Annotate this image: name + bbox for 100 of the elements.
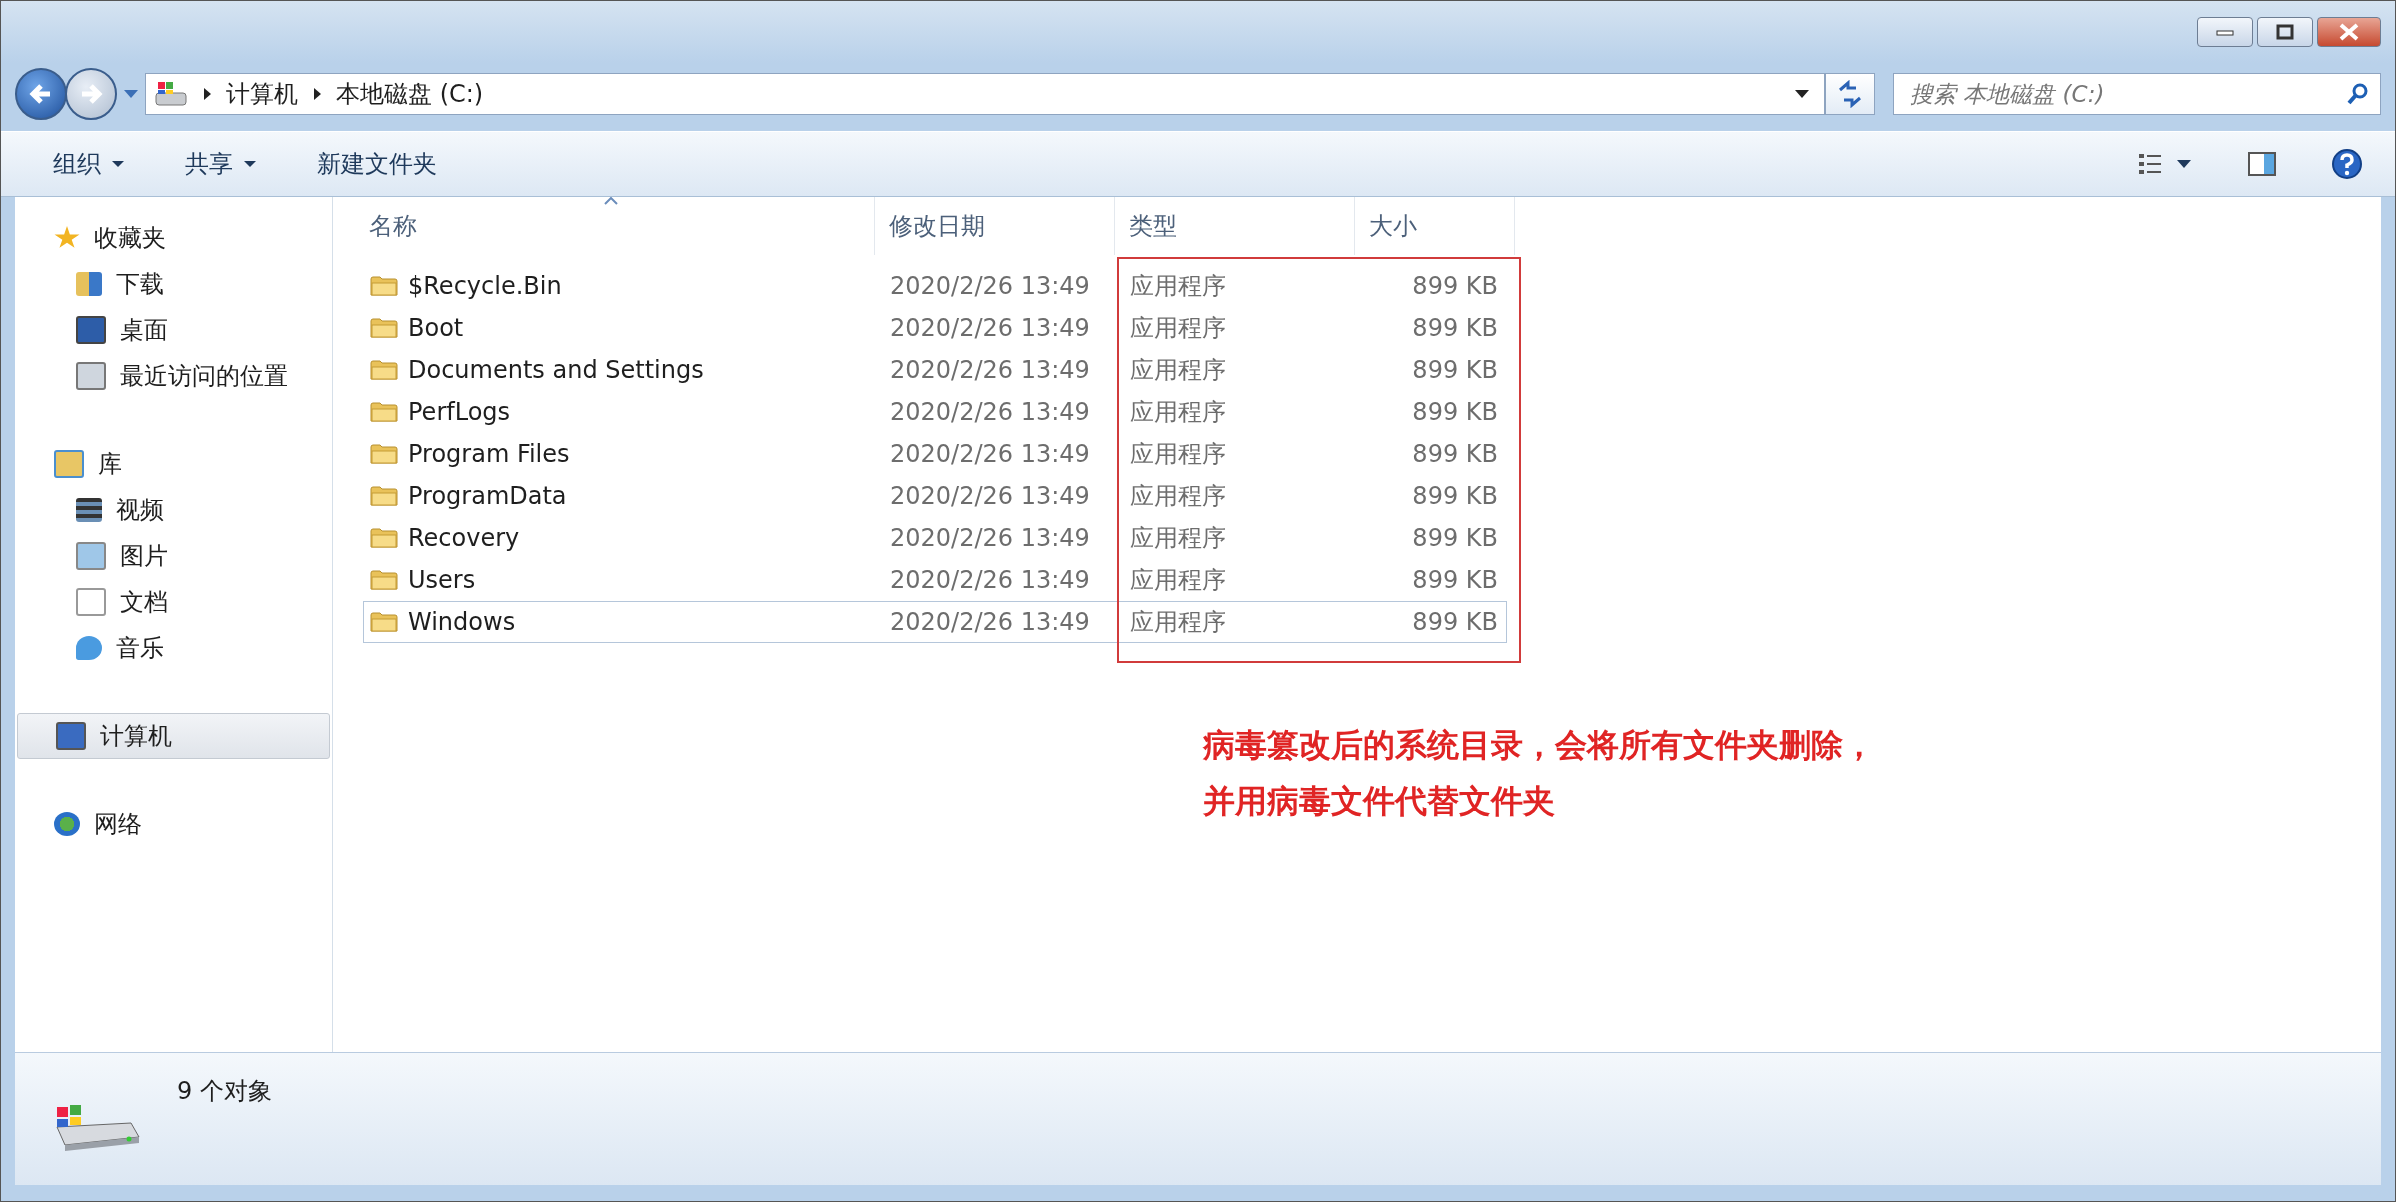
date-cell-text: 2020/2/26 13:49 xyxy=(889,314,1091,342)
address-bar[interactable]: 计算机 本地磁盘 (C:) xyxy=(145,73,1825,115)
date-cell-text: 2020/2/26 13:49 xyxy=(889,566,1091,594)
sidebar-item[interactable]: 视频 xyxy=(15,487,332,533)
drive-icon xyxy=(154,79,188,109)
folder-icon xyxy=(370,485,398,507)
file-name: ProgramData xyxy=(408,482,567,510)
date-cell-text: 2020/2/26 13:49 xyxy=(889,356,1091,384)
type-cell-text: 应用程序 xyxy=(1129,565,1227,596)
nav-icon xyxy=(54,450,84,478)
file-name: $Recycle.Bin xyxy=(408,272,562,300)
date-cell-text: 2020/2/26 13:49 xyxy=(889,440,1091,468)
nav-icon xyxy=(76,542,106,570)
minimize-button[interactable] xyxy=(2197,17,2253,47)
forward-button[interactable] xyxy=(65,68,117,120)
chevron-icon[interactable] xyxy=(202,87,212,101)
folder-icon xyxy=(370,611,398,633)
sidebar-item[interactable]: 图片 xyxy=(15,533,332,579)
file-name: Users xyxy=(408,566,476,594)
toolbar-button[interactable]: 新建文件夹 xyxy=(301,142,453,186)
size-cell-text: 899 KB xyxy=(1411,608,1499,636)
sidebar-item[interactable]: 文档 xyxy=(15,579,332,625)
nav-icon xyxy=(76,588,106,616)
file-name: Recovery xyxy=(408,524,520,552)
type-cell-text: 应用程序 xyxy=(1129,313,1227,344)
sidebar-item[interactable]: 最近访问的位置 xyxy=(15,353,332,399)
sidebar-item[interactable]: 桌面 xyxy=(15,307,332,353)
folder-icon xyxy=(370,443,398,465)
type-cell-text: 应用程序 xyxy=(1129,439,1227,470)
search-field[interactable]: 搜索 本地磁盘 (C:) xyxy=(1908,80,2346,108)
maximize-button[interactable] xyxy=(2257,17,2313,47)
date-cell-text: 2020/2/26 13:49 xyxy=(889,272,1091,300)
file-name: Boot xyxy=(408,314,464,342)
file-row[interactable]: ProgramData 2020/2/26 13:49 应用程序 899 KB xyxy=(363,475,1507,517)
file-name: PerfLogs xyxy=(408,398,511,426)
close-button[interactable] xyxy=(2317,17,2381,47)
annotation-text: 并用病毒文件代替文件夹 xyxy=(1203,781,1556,822)
nav-icon xyxy=(76,362,106,390)
file-row[interactable]: Recovery 2020/2/26 13:49 应用程序 899 KB xyxy=(363,517,1507,559)
folder-icon xyxy=(370,527,398,549)
folder-icon xyxy=(370,401,398,423)
column-header[interactable]: 名称 xyxy=(333,197,875,255)
search-icon xyxy=(2346,82,2370,106)
status-text: 9 个对象 xyxy=(177,1076,272,1107)
size-cell-text: 899 KB xyxy=(1411,314,1499,342)
file-name: Documents and Settings xyxy=(408,356,704,384)
sidebar-item[interactable]: 下载 xyxy=(15,261,332,307)
back-button[interactable] xyxy=(15,68,67,120)
file-row[interactable]: Users 2020/2/26 13:49 应用程序 899 KB xyxy=(363,559,1507,601)
maximize-icon xyxy=(2275,24,2295,40)
search-bar[interactable]: 搜索 本地磁盘 (C:) xyxy=(1893,73,2381,115)
breadcrumb[interactable]: 计算机 xyxy=(226,78,298,110)
folder-icon xyxy=(370,275,398,297)
folder-icon xyxy=(370,569,398,591)
refresh-icon xyxy=(1836,80,1864,108)
size-cell-text: 899 KB xyxy=(1411,272,1499,300)
sidebar-item[interactable]: 网络 xyxy=(15,801,332,847)
breadcrumb[interactable]: 本地磁盘 (C:) xyxy=(336,78,484,110)
size-cell-text: 899 KB xyxy=(1411,398,1499,426)
folder-icon xyxy=(370,317,398,339)
refresh-button[interactable] xyxy=(1825,73,1875,115)
nav-icon xyxy=(54,812,80,836)
file-row[interactable]: PerfLogs 2020/2/26 13:49 应用程序 899 KB xyxy=(363,391,1507,433)
nav-icon xyxy=(56,722,86,750)
file-row[interactable]: Boot 2020/2/26 13:49 应用程序 899 KB xyxy=(363,307,1507,349)
type-cell-text: 应用程序 xyxy=(1129,481,1227,512)
type-cell-text: 应用程序 xyxy=(1129,397,1227,428)
file-name: Program Files xyxy=(408,440,570,468)
file-row[interactable]: Documents and Settings 2020/2/26 13:49 应用程序 899 KB xyxy=(363,349,1507,391)
file-row[interactable]: Program Files 2020/2/26 13:49 应用程序 899 KB xyxy=(363,433,1507,475)
date-cell-text: 2020/2/26 13:49 xyxy=(889,524,1091,552)
file-row[interactable]: Windows 2020/2/26 13:49 应用程序 899 KB xyxy=(363,601,1507,643)
size-cell-text: 899 KB xyxy=(1411,356,1499,384)
column-header[interactable]: 类型 xyxy=(1115,197,1355,255)
date-cell-text: 2020/2/26 13:49 xyxy=(889,398,1091,426)
type-cell-text: 应用程序 xyxy=(1129,607,1227,638)
date-cell-text: 2020/2/26 13:49 xyxy=(889,608,1091,636)
sidebar-item[interactable]: 计算机 xyxy=(17,713,330,759)
nav-icon xyxy=(76,636,102,660)
type-cell-text: 应用程序 xyxy=(1129,271,1227,302)
sidebar-item[interactable]: 音乐 xyxy=(15,625,332,671)
toolbar-button[interactable]: 共享 xyxy=(169,142,273,186)
nav-icon xyxy=(76,272,102,296)
minimize-icon xyxy=(2215,28,2235,36)
file-row[interactable]: $Recycle.Bin 2020/2/26 13:49 应用程序 899 KB xyxy=(363,265,1507,307)
sidebar-item[interactable]: 库 xyxy=(15,441,332,487)
dropdown-icon[interactable] xyxy=(1794,89,1810,99)
type-cell-text: 应用程序 xyxy=(1129,523,1227,554)
close-icon xyxy=(2337,23,2361,41)
size-cell-text: 899 KB xyxy=(1411,440,1499,468)
size-cell-text: 899 KB xyxy=(1411,566,1499,594)
column-header[interactable]: 大小 xyxy=(1355,197,1515,255)
sidebar-item[interactable]: 收藏夹 xyxy=(15,215,332,261)
chevron-icon[interactable] xyxy=(312,87,322,101)
type-cell-text: 应用程序 xyxy=(1129,355,1227,386)
column-header[interactable]: 修改日期 xyxy=(875,197,1115,255)
size-cell-text: 899 KB xyxy=(1411,482,1499,510)
folder-icon xyxy=(370,359,398,381)
date-cell-text: 2020/2/26 13:49 xyxy=(889,482,1091,510)
toolbar-button[interactable]: 组织 xyxy=(37,142,141,186)
